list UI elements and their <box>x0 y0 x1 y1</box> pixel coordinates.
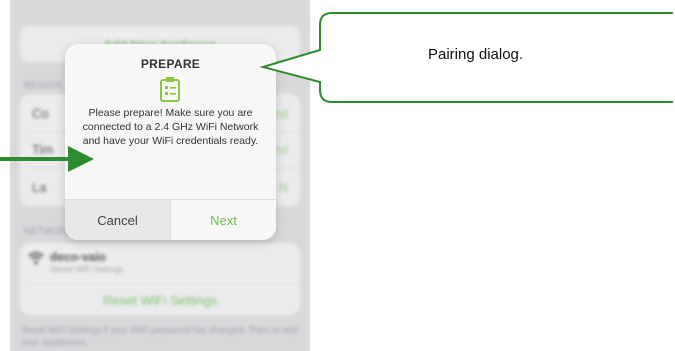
wifi-icon <box>28 252 44 265</box>
wifi-network-subtitle: Stored WiFi Settings <box>50 265 123 274</box>
dialog-buttons: Cancel Next <box>65 199 276 240</box>
callout-text: Pairing dialog. <box>428 46 524 63</box>
annotation-arrow-icon <box>0 146 94 172</box>
language-row-value[interactable]: N <box>279 180 288 195</box>
wifi-network-name: deco-vaio <box>50 250 107 264</box>
clipboard-checklist-icon <box>160 77 180 102</box>
reset-wifi-note: Reset WiFi Settings if your WiFi passwor… <box>22 325 298 347</box>
next-button[interactable]: Next <box>171 200 276 240</box>
network-card: deco-vaio Stored WiFi Settings Reset WiF… <box>20 243 300 315</box>
region-section-header: REGION <box>24 80 63 90</box>
cancel-button[interactable]: Cancel <box>65 200 171 240</box>
dialog-title: PREPARE <box>140 57 201 71</box>
reset-wifi-button[interactable]: Reset WiFi Settings <box>20 293 300 308</box>
language-row-label: La <box>32 180 47 195</box>
dialog-message: Please prepare! Make sure you are connec… <box>82 107 259 147</box>
region-row-label: Co <box>32 106 49 121</box>
